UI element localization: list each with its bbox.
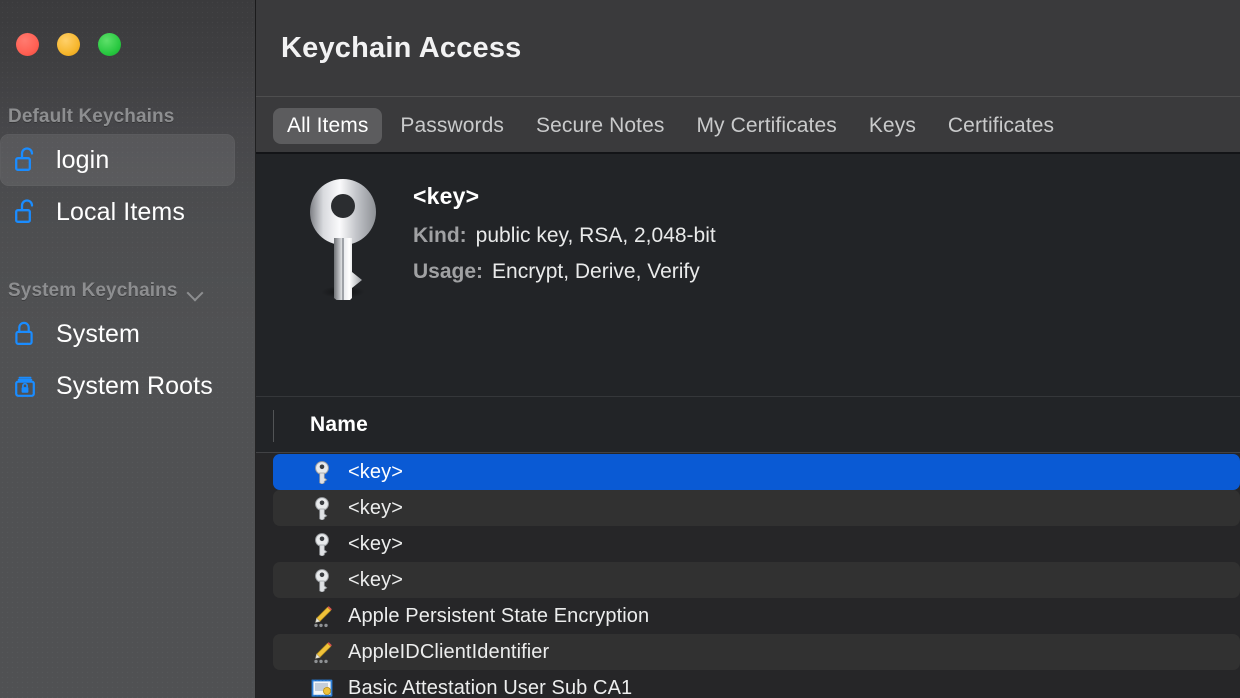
detail-field-label: Kind:	[413, 224, 467, 247]
table-row[interactable]: <key>	[273, 526, 1240, 562]
page-title: Keychain Access	[281, 32, 522, 64]
main-panel: Keychain Access All Items Passwords Secu…	[256, 0, 1240, 698]
sidebar-item-system-roots[interactable]: System Roots	[0, 360, 235, 412]
detail-item-name: <key>	[413, 183, 480, 209]
detail-field-value: public key, RSA, 2,048-bit	[475, 224, 716, 247]
tab-keys[interactable]: Keys	[855, 108, 930, 144]
sidebar-section-label: Default Keychains	[8, 106, 175, 127]
table-cell-name: Basic Attestation User Sub CA1	[348, 676, 633, 698]
detail-field-value: Encrypt, Derive, Verify	[492, 259, 700, 283]
tab-secure-notes[interactable]: Secure Notes	[522, 108, 678, 144]
certificate-icon	[310, 676, 334, 698]
locked-padlock-icon	[14, 319, 40, 349]
keychain-roots-icon	[14, 371, 40, 401]
list-column-header: Name	[256, 397, 1240, 453]
table-cell-name: AppleIDClientIdentifier	[348, 640, 550, 663]
window-controls	[16, 33, 121, 56]
table-row[interactable]: Apple Persistent State Encryption	[273, 598, 1240, 634]
sidebar-content: Default Keychains login Local Items Syst…	[0, 0, 256, 412]
detail-field-label: Usage:	[413, 259, 484, 283]
key-icon	[301, 176, 385, 397]
zoom-button[interactable]	[98, 33, 121, 56]
table-row[interactable]: <key>	[273, 490, 1240, 526]
password-icon	[310, 640, 334, 664]
sidebar-section-system-keychains[interactable]: System Keychains	[0, 274, 256, 308]
table-row[interactable]: <key>	[273, 562, 1240, 598]
unlocked-padlock-icon	[14, 145, 40, 175]
tab-bar: All Items Passwords Secure Notes My Cert…	[256, 97, 1240, 154]
titlebar: Keychain Access	[256, 0, 1240, 97]
minimize-button[interactable]	[57, 33, 80, 56]
detail-field-usage: Usage: Encrypt, Derive, Verify	[413, 256, 716, 288]
tab-my-certificates[interactable]: My Certificates	[682, 108, 850, 144]
detail-field-kind: Kind: public key, RSA, 2,048-bit	[413, 220, 716, 252]
sidebar-item-local-items[interactable]: Local Items	[0, 186, 235, 238]
table-cell-name: <key>	[348, 496, 403, 519]
sidebar-item-label: System	[56, 319, 140, 348]
key-icon	[310, 496, 334, 521]
close-button[interactable]	[16, 33, 39, 56]
sidebar-item-login[interactable]: login	[0, 134, 235, 186]
item-detail-pane: <key> Kind: public key, RSA, 2,048-bit U…	[256, 154, 1240, 397]
sidebar-divider	[255, 0, 256, 698]
table-cell-name: <key>	[348, 460, 403, 483]
sidebar-item-label: login	[56, 145, 110, 174]
keychain-access-window: Default Keychains login Local Items Syst…	[0, 0, 1240, 698]
table-cell-name: Apple Persistent State Encryption	[348, 604, 650, 627]
key-icon	[310, 532, 334, 557]
password-icon	[310, 604, 334, 628]
key-icon	[310, 460, 334, 485]
tab-passwords[interactable]: Passwords	[386, 108, 518, 144]
table-row[interactable]: <key>	[273, 454, 1240, 490]
tab-certificates[interactable]: Certificates	[934, 108, 1068, 144]
table-cell-name: <key>	[348, 568, 403, 591]
table-row[interactable]: AppleIDClientIdentifier	[273, 634, 1240, 670]
sidebar-item-label: System Roots	[56, 371, 213, 400]
key-icon	[310, 568, 334, 593]
column-divider[interactable]	[273, 410, 274, 442]
sidebar-item-label: Local Items	[56, 197, 185, 226]
unlocked-padlock-icon	[14, 197, 40, 227]
table-row[interactable]: Basic Attestation User Sub CA1	[273, 670, 1240, 698]
table-cell-name: <key>	[348, 532, 403, 555]
item-detail-text: <key> Kind: public key, RSA, 2,048-bit U…	[413, 176, 716, 397]
tab-all-items[interactable]: All Items	[273, 107, 383, 144]
chevron-down-icon[interactable]	[187, 287, 205, 298]
sidebar-section-default-keychains: Default Keychains	[0, 100, 256, 134]
sidebar-item-system[interactable]: System	[0, 308, 235, 360]
sidebar-section-label: System Keychains	[8, 280, 178, 301]
item-list[interactable]: <key> <key> <key> <key> Apple Persistent…	[256, 453, 1240, 698]
sidebar: Default Keychains login Local Items Syst…	[0, 0, 256, 698]
